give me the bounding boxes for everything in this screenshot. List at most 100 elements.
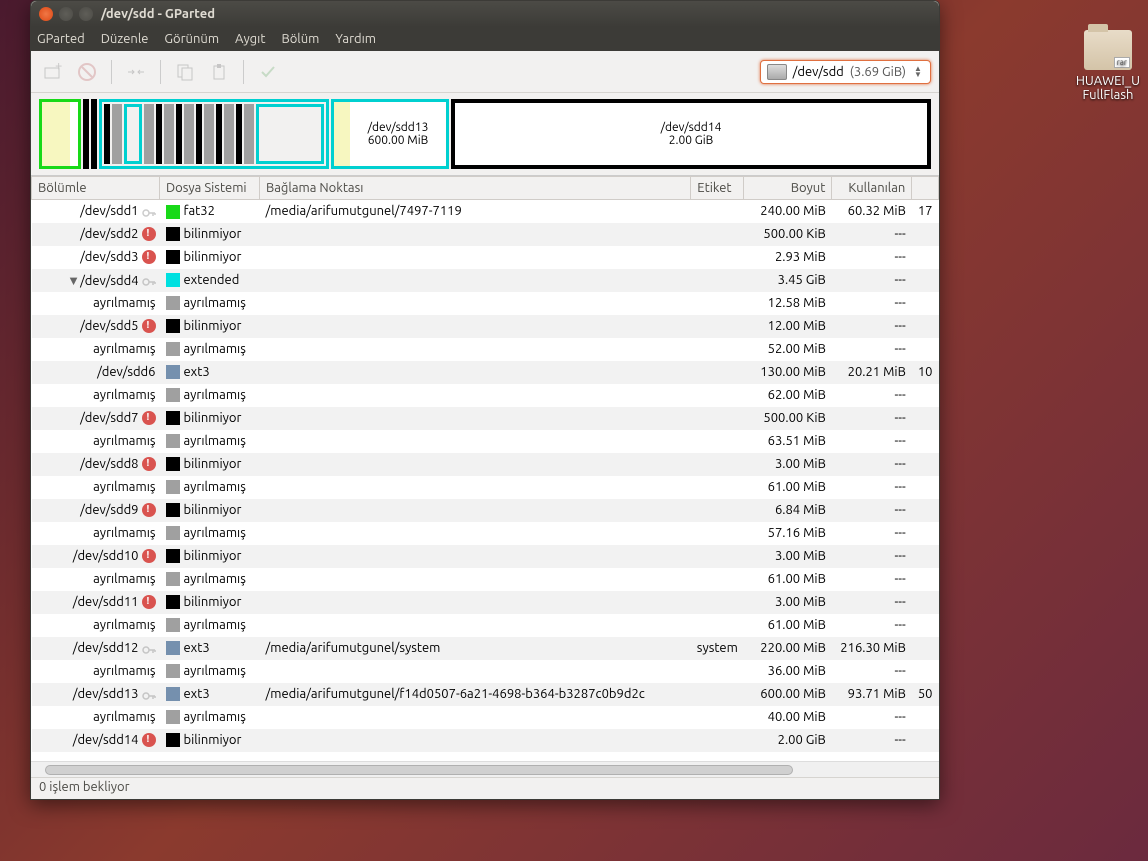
copy-button[interactable] (171, 58, 199, 86)
statusbar: 0 işlem bekliyor (31, 777, 939, 799)
warning-icon (142, 549, 156, 563)
fs-swatch (166, 572, 180, 586)
key-icon (142, 644, 156, 654)
window-title: /dev/sdd - GParted (101, 7, 215, 21)
fs-swatch (166, 205, 180, 219)
maximize-button[interactable] (79, 7, 93, 21)
menubar: GParted Düzenle Görünüm Aygıt Bölüm Yard… (31, 27, 939, 51)
menu-device[interactable]: Aygıt (235, 32, 265, 46)
device-size: (3.69 GiB) (850, 65, 906, 79)
apply-button[interactable] (254, 58, 282, 86)
col-label[interactable]: Etiket (691, 177, 744, 200)
svg-text:+: + (55, 62, 62, 73)
fs-swatch (166, 664, 180, 678)
table-row[interactable]: /dev/sdd1 fat32/media/arifumutgunel/7497… (32, 200, 939, 223)
disk-map[interactable]: /dev/sdd13600.00 MiB /dev/sdd142.00 GiB (39, 99, 931, 169)
partition-table[interactable]: Bölümle Dosya Sistemi Bağlama Noktası Et… (31, 175, 939, 761)
menu-gparted[interactable]: GParted (37, 32, 85, 46)
gparted-window: /dev/sdd - GParted GParted Düzenle Görün… (30, 0, 940, 800)
menu-view[interactable]: Görünüm (164, 32, 219, 46)
device-selector[interactable]: /dev/sdd (3.69 GiB) ▲▼ (760, 60, 931, 84)
table-row[interactable]: /dev/sdd13 ext3/media/arifumutgunel/f14d… (32, 683, 939, 706)
fs-swatch (166, 388, 180, 402)
paste-button[interactable] (205, 58, 233, 86)
col-used[interactable]: Kullanılan (832, 177, 912, 200)
fs-swatch (166, 250, 180, 264)
map-sdd3[interactable] (91, 99, 97, 169)
fs-swatch (166, 227, 180, 241)
table-row[interactable]: ayrılmamış ayrılmamış63.51 MiB--- (32, 430, 939, 453)
table-row[interactable]: /dev/sdd8 bilinmiyor3.00 MiB--- (32, 453, 939, 476)
fs-swatch (166, 480, 180, 494)
warning-icon (142, 733, 156, 747)
table-row[interactable]: /dev/sdd11 bilinmiyor3.00 MiB--- (32, 591, 939, 614)
key-icon (142, 276, 156, 286)
warning-icon (142, 250, 156, 264)
map-extended[interactable] (99, 99, 329, 169)
fs-swatch (166, 595, 180, 609)
table-row[interactable]: ayrılmamış ayrılmamış61.00 MiB--- (32, 614, 939, 637)
fs-swatch (166, 526, 180, 540)
resize-button[interactable] (122, 58, 150, 86)
fs-swatch (166, 503, 180, 517)
table-row[interactable]: ayrılmamış ayrılmamış61.00 MiB--- (32, 568, 939, 591)
warning-icon (142, 227, 156, 241)
table-row[interactable]: ayrılmamış ayrılmamış12.58 MiB--- (32, 292, 939, 315)
table-row[interactable]: /dev/sdd9 bilinmiyor6.84 MiB--- (32, 499, 939, 522)
table-row[interactable]: /dev/sdd14 bilinmiyor2.00 GiB--- (32, 729, 939, 752)
new-partition-button[interactable]: + (39, 58, 67, 86)
table-row[interactable]: ayrılmamış ayrılmamış40.00 MiB--- (32, 706, 939, 729)
table-row[interactable]: /dev/sdd2 bilinmiyor500.00 KiB--- (32, 223, 939, 246)
map-sdd1[interactable] (39, 99, 81, 169)
separator (111, 60, 112, 84)
separator (160, 60, 161, 84)
menu-help[interactable]: Yardım (335, 32, 376, 46)
col-mount[interactable]: Bağlama Noktası (260, 177, 691, 200)
menu-edit[interactable]: Düzenle (101, 32, 149, 46)
warning-icon (142, 319, 156, 333)
menu-partition[interactable]: Bölüm (281, 32, 319, 46)
fs-swatch (166, 457, 180, 471)
disk-icon (767, 64, 787, 80)
fs-swatch (166, 549, 180, 563)
window-buttons (39, 7, 93, 21)
archive-icon: rar (1084, 30, 1132, 70)
table-row[interactable]: ayrılmamış ayrılmamış52.00 MiB--- (32, 338, 939, 361)
minimize-button[interactable] (59, 7, 73, 21)
table-row[interactable]: /dev/sdd5 bilinmiyor12.00 MiB--- (32, 315, 939, 338)
horizontal-scrollbar[interactable] (31, 761, 939, 777)
col-partition[interactable]: Bölümle (32, 177, 160, 200)
device-path: /dev/sdd (793, 65, 844, 79)
table-row[interactable]: /dev/sdd7 bilinmiyor500.00 KiB--- (32, 407, 939, 430)
fs-swatch (166, 687, 180, 701)
table-row[interactable]: ayrılmamış ayrılmamış61.00 MiB--- (32, 476, 939, 499)
col-size[interactable]: Boyut (744, 177, 832, 200)
device-spinner[interactable]: ▲▼ (912, 66, 924, 77)
close-button[interactable] (39, 7, 53, 21)
fs-swatch (166, 319, 180, 333)
titlebar[interactable]: /dev/sdd - GParted (31, 1, 939, 27)
table-row[interactable]: /dev/sdd12 ext3/media/arifumutgunel/syst… (32, 637, 939, 660)
table-row[interactable]: ayrılmamış ayrılmamış62.00 MiB--- (32, 384, 939, 407)
map-sdd13[interactable]: /dev/sdd13600.00 MiB (331, 99, 449, 169)
desktop-file-icon[interactable]: rar HUAWEI_U FullFlash (1076, 30, 1140, 102)
table-row[interactable]: /dev/sdd10 bilinmiyor3.00 MiB--- (32, 545, 939, 568)
col-extra[interactable] (912, 177, 939, 200)
fs-swatch (166, 296, 180, 310)
warning-icon (142, 503, 156, 517)
map-sdd14[interactable]: /dev/sdd142.00 GiB (451, 99, 931, 169)
warning-icon (142, 595, 156, 609)
map-sdd2[interactable] (83, 99, 89, 169)
fs-swatch (166, 618, 180, 632)
table-row[interactable]: ▼ /dev/sdd4 extended3.45 GiB--- (32, 269, 939, 292)
table-row[interactable]: /dev/sdd6 ext3130.00 MiB20.21 MiB10 (32, 361, 939, 384)
table-row[interactable]: ayrılmamış ayrılmamış36.00 MiB--- (32, 660, 939, 683)
fs-swatch (166, 733, 180, 747)
fs-swatch (166, 342, 180, 356)
table-row[interactable]: ayrılmamış ayrılmamış57.16 MiB--- (32, 522, 939, 545)
table-row[interactable]: /dev/sdd3 bilinmiyor2.93 MiB--- (32, 246, 939, 269)
col-fs[interactable]: Dosya Sistemi (160, 177, 260, 200)
delete-button[interactable] (73, 58, 101, 86)
fs-swatch (166, 434, 180, 448)
fs-swatch (166, 411, 180, 425)
